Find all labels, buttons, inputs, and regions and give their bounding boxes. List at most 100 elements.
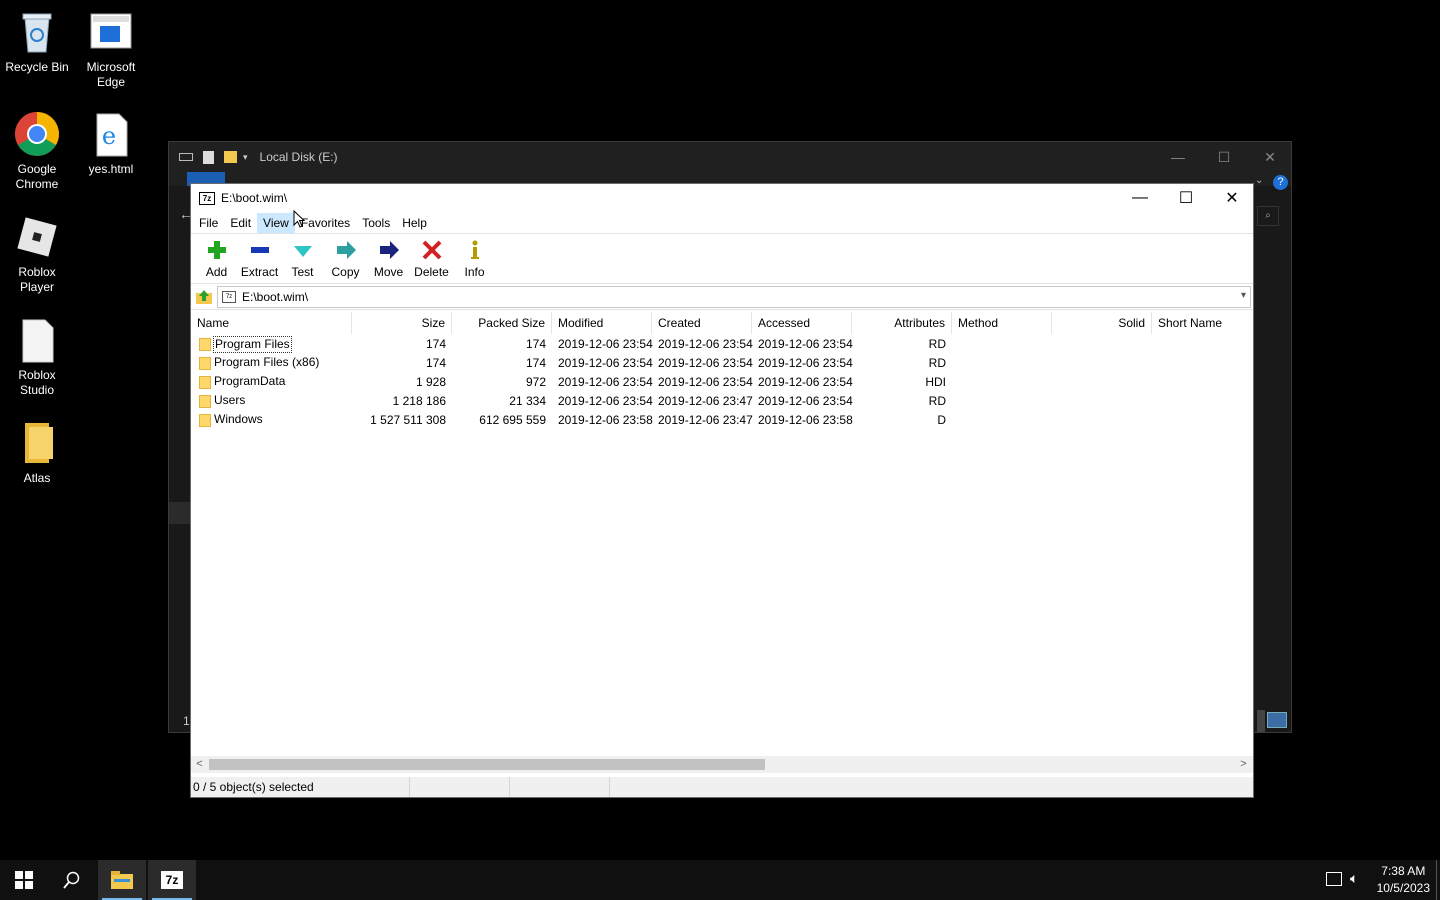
scroll-right-arrow-icon[interactable]: > — [1235, 756, 1252, 773]
folder-icon — [199, 357, 211, 370]
drive-icon — [179, 153, 193, 161]
network-icon[interactable] — [1326, 872, 1342, 886]
details-view-icon[interactable] — [1267, 712, 1287, 728]
delete-x-icon — [420, 239, 444, 261]
search-icon — [63, 871, 80, 889]
table-row[interactable]: Users 1 218 186 21 334 2019-12-06 23:54 … — [191, 392, 1251, 411]
delete-button[interactable]: Delete — [410, 234, 453, 282]
desktop-icon-yes-html[interactable]: e yes.html — [75, 110, 147, 177]
row-name: Users — [214, 393, 246, 407]
row-accessed: 2019-12-06 23:54 — [758, 375, 853, 389]
desktop-icon-label: Roblox Player — [18, 265, 56, 294]
desktop-icon-microsoft-edge[interactable]: Microsoft Edge — [75, 8, 147, 90]
row-attributes: RD — [928, 356, 946, 370]
scrollbar-thumb[interactable] — [209, 759, 765, 770]
search-icon[interactable]: ⌕ — [1257, 206, 1279, 226]
start-button[interactable] — [0, 860, 48, 900]
move-button[interactable]: Move — [367, 234, 410, 282]
column-header-modified[interactable]: Modified — [552, 312, 652, 334]
copy-button[interactable]: Copy — [324, 234, 367, 282]
column-header-size[interactable]: Size — [352, 312, 452, 334]
row-packed: 174 — [525, 337, 546, 351]
desktop-icon-recycle-bin[interactable]: Recycle Bin — [1, 8, 73, 75]
menu-view[interactable]: View — [257, 212, 295, 233]
row-modified: 2019-12-06 23:54 — [558, 394, 653, 408]
menu-help[interactable]: Help — [396, 213, 433, 233]
folder-icon — [199, 414, 211, 427]
desktop-icon-roblox-studio[interactable]: Roblox Studio — [1, 316, 73, 398]
move-arrow-icon — [377, 239, 401, 261]
show-desktop-button[interactable] — [1436, 860, 1440, 900]
explorer-minimize-button[interactable]: — — [1155, 142, 1201, 172]
row-modified: 2019-12-06 23:54 — [558, 356, 653, 370]
row-accessed: 2019-12-06 23:58 — [758, 413, 853, 427]
sevenzip-taskbar-icon: 7z — [161, 871, 183, 889]
table-row[interactable]: Program Files (x86) 174 174 2019-12-06 2… — [191, 354, 1251, 373]
test-button[interactable]: Test — [281, 234, 324, 282]
column-header-packed-size[interactable]: Packed Size — [452, 312, 552, 334]
taskbar-file-explorer[interactable] — [98, 860, 146, 900]
copy-arrow-icon — [334, 239, 358, 261]
archive-icon: 7z — [222, 290, 236, 303]
sevenzip-app-icon: 7z — [199, 191, 215, 205]
clock[interactable]: 7:38 AM 10/5/2023 — [1377, 863, 1430, 897]
row-created: 2019-12-06 23:47 — [658, 394, 753, 408]
extract-button[interactable]: Extract — [238, 234, 281, 282]
roblox-player-icon — [13, 213, 61, 261]
horizontal-scrollbar[interactable]: < > — [191, 756, 1253, 773]
toolbar: Add Extract Test Copy Move Delete Info — [191, 234, 1253, 284]
row-attributes: RD — [928, 394, 946, 408]
desktop-icon-atlas[interactable]: Atlas — [1, 419, 73, 486]
menu-bar: File Edit View Favorites Tools Help — [191, 212, 1253, 234]
explorer-maximize-button[interactable]: ☐ — [1201, 142, 1247, 172]
menu-tools[interactable]: Tools — [356, 213, 396, 233]
html-file-icon: e — [87, 110, 135, 158]
table-row[interactable]: ProgramData 1 928 972 2019-12-06 23:54 2… — [191, 373, 1251, 392]
up-folder-button[interactable] — [191, 285, 217, 309]
menu-file[interactable]: File — [193, 213, 224, 233]
search-button[interactable] — [48, 860, 96, 900]
help-icon[interactable]: ? — [1273, 175, 1288, 190]
windows-logo-icon — [15, 871, 33, 889]
scroll-left-arrow-icon[interactable]: < — [191, 756, 208, 773]
column-header-method[interactable]: Method — [952, 312, 1052, 334]
folder-icon — [199, 395, 211, 408]
test-label: Test — [291, 265, 314, 279]
mouse-cursor-icon — [293, 210, 305, 228]
column-header-short-name[interactable]: Short Name — [1152, 312, 1252, 334]
status-packed — [510, 777, 610, 797]
delete-label: Delete — [414, 265, 449, 279]
desktop-icon-roblox-player[interactable]: Roblox Player — [1, 213, 73, 295]
explorer-titlebar: ▾ Local Disk (E:) — [169, 142, 1291, 172]
menu-edit[interactable]: Edit — [224, 213, 257, 233]
ribbon-expand-icon[interactable]: ⌄ — [1255, 175, 1263, 186]
row-created: 2019-12-06 23:54 — [658, 375, 753, 389]
info-button[interactable]: Info — [453, 234, 496, 282]
new-folder-icon[interactable] — [224, 151, 237, 163]
address-field[interactable]: 7z E:\boot.wim\ ▾ — [217, 285, 1251, 308]
table-row[interactable]: Program Files 174 174 2019-12-06 23:54 2… — [191, 335, 1251, 354]
desktop-icon-label: yes.html — [88, 162, 134, 176]
properties-icon[interactable] — [203, 150, 214, 164]
quick-access-dropdown-icon[interactable]: ▾ — [243, 152, 248, 163]
maximize-button[interactable]: ☐ — [1163, 184, 1209, 212]
chrome-icon — [13, 110, 61, 158]
desktop-icon-google-chrome[interactable]: Google Chrome — [1, 110, 73, 192]
info-label: Info — [464, 265, 485, 279]
column-header-accessed[interactable]: Accessed — [752, 312, 852, 334]
row-packed: 972 — [525, 375, 546, 389]
add-button[interactable]: Add — [195, 234, 238, 282]
column-header-name[interactable]: Name — [191, 312, 352, 334]
chevron-down-icon[interactable]: ▾ — [1241, 290, 1246, 301]
column-header-solid[interactable]: Solid — [1052, 312, 1152, 334]
column-header-created[interactable]: Created — [652, 312, 752, 334]
table-row[interactable]: Windows 1 527 511 308 612 695 559 2019-1… — [191, 411, 1251, 430]
close-button[interactable]: ✕ — [1209, 184, 1255, 212]
column-header-attributes[interactable]: Attributes — [852, 312, 952, 334]
minimize-button[interactable]: — — [1117, 184, 1163, 212]
taskbar-7zip[interactable]: 7z — [148, 860, 196, 900]
volume-icon[interactable]: 🔈︎ — [1350, 870, 1358, 887]
explorer-close-button[interactable]: ✕ — [1247, 142, 1293, 172]
row-name: ProgramData — [214, 374, 286, 388]
taskbar: 7z 🔈︎ 7:38 AM 10/5/2023 — [0, 860, 1440, 900]
